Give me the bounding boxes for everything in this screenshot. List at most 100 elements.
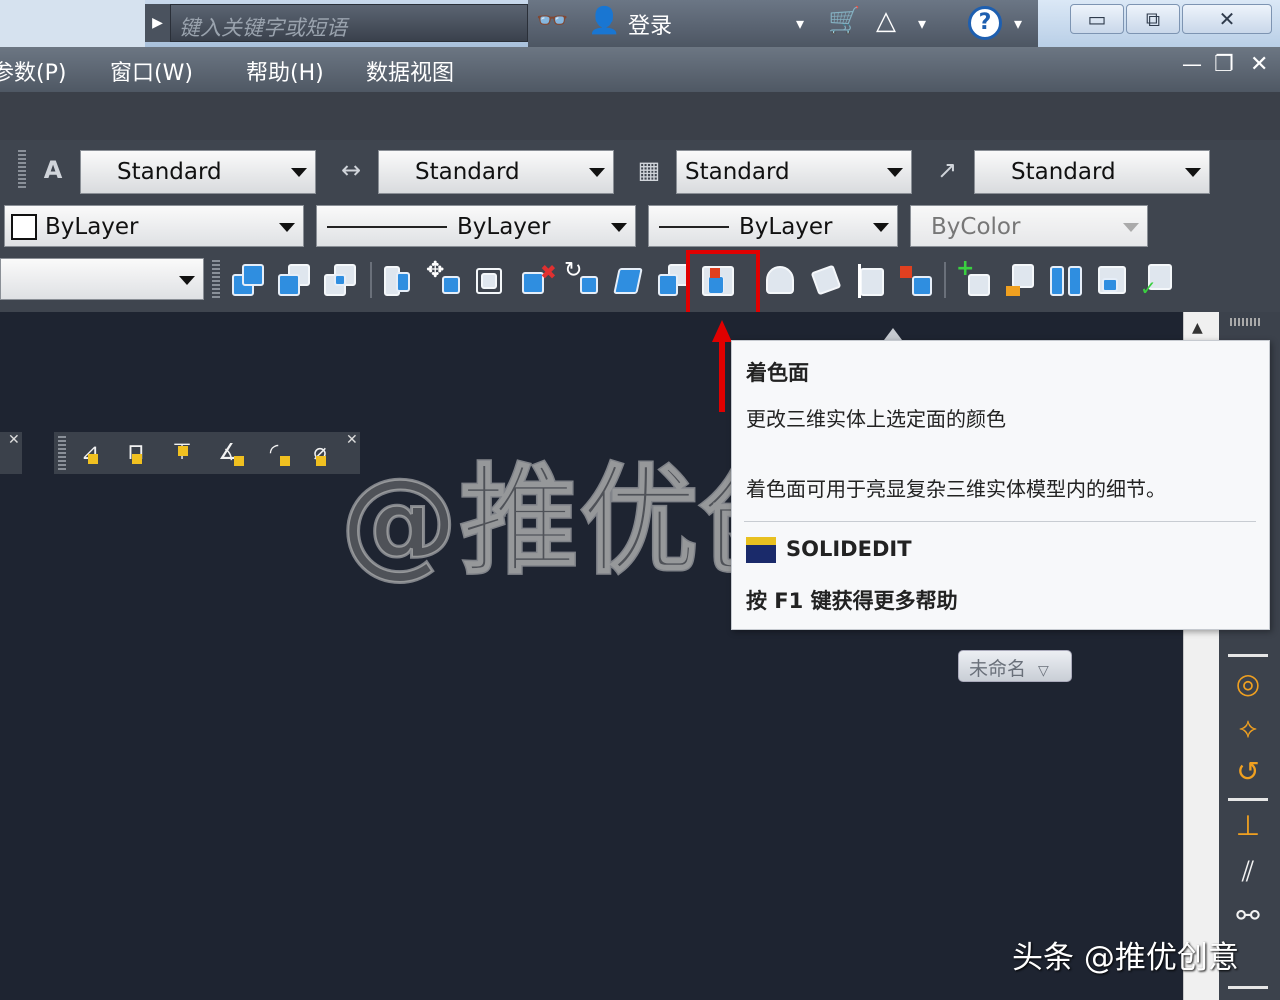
multileader-style-icon[interactable]: ↗ — [930, 153, 964, 187]
restore-button[interactable]: ⧉ — [1126, 4, 1180, 34]
autodesk-dropdown-icon[interactable]: ▾ — [918, 14, 926, 33]
tooltip-divider — [744, 521, 1256, 522]
text-style-value: Standard — [117, 159, 222, 185]
offset-faces-icon[interactable] — [472, 262, 508, 298]
help-icon[interactable]: ? — [968, 6, 1002, 40]
linetype-dropdown[interactable]: ByLayer — [316, 205, 636, 247]
dim-style-value: Standard — [415, 159, 520, 185]
dim-style-icon[interactable]: ↔ — [334, 153, 368, 187]
doc-close-button[interactable]: ✕ — [1250, 52, 1268, 77]
command-icon — [746, 537, 776, 563]
highlight-box — [686, 250, 760, 318]
toolbar-grip[interactable] — [58, 436, 66, 470]
horizontal-constraint-icon[interactable]: ⊓ — [118, 436, 154, 470]
table-style-value: Standard — [685, 159, 790, 185]
binoculars-icon[interactable]: 👓 — [536, 6, 568, 36]
table-style-icon[interactable]: ▦ — [632, 153, 666, 187]
color-edges-icon[interactable] — [808, 262, 844, 298]
doc-restore-button[interactable]: ❐ — [1214, 52, 1234, 77]
workspace-dropdown[interactable] — [0, 258, 204, 300]
subtract-icon[interactable] — [276, 262, 312, 298]
panel-separator — [1228, 986, 1268, 989]
copy-edges-icon[interactable] — [762, 262, 798, 298]
toolbar-separator — [944, 262, 946, 298]
text-style-dropdown[interactable]: Standard — [80, 150, 316, 194]
dim-style-dropdown[interactable]: Standard — [378, 150, 614, 194]
check-icon[interactable] — [1048, 262, 1084, 298]
login-link[interactable]: 登录 — [628, 8, 672, 40]
rotate-faces-icon[interactable]: ↻ — [564, 258, 600, 298]
quadrant-icon[interactable]: ⟡ — [1228, 708, 1268, 748]
search-expand-arrow-icon[interactable]: ▶ — [145, 4, 170, 42]
autodesk-icon[interactable]: △ — [876, 6, 896, 36]
tooltip-title: 着色面 — [746, 361, 809, 385]
user-icon[interactable]: 👤 — [588, 6, 620, 36]
multileader-style-value: Standard — [1011, 159, 1116, 185]
delete-faces-icon[interactable]: ✖ — [518, 260, 557, 298]
lock-icon — [132, 454, 142, 464]
table-style-dropdown[interactable]: Standard — [676, 150, 912, 194]
lineweight-dropdown[interactable]: ByLayer — [648, 205, 898, 247]
lock-icon — [88, 454, 98, 464]
view-control-dropdown[interactable]: 未命名 ▽ — [958, 650, 1072, 682]
lock-icon — [234, 456, 244, 466]
validate-icon[interactable]: ✓ — [1140, 262, 1176, 300]
toolbar-separator — [370, 262, 372, 298]
insert-icon[interactable]: ⚯ — [1228, 896, 1268, 936]
scroll-up-icon[interactable]: ▲ — [1192, 320, 1203, 336]
intersect-icon[interactable] — [322, 262, 358, 298]
move-faces-icon[interactable]: ✥ — [426, 258, 462, 298]
separate-icon[interactable]: + — [956, 256, 992, 298]
toolbar-grip[interactable] — [212, 260, 220, 300]
multileader-style-dropdown[interactable]: Standard — [974, 150, 1210, 194]
panel-separator — [1228, 798, 1268, 801]
menu-params[interactable]: 参数(P) — [0, 55, 66, 87]
shell-icon[interactable] — [1002, 262, 1038, 298]
cart-icon[interactable]: 🛒 — [828, 6, 860, 36]
search-input[interactable]: 键入关键字或短语 — [170, 4, 528, 42]
clean-icon[interactable] — [898, 262, 934, 298]
lock-icon — [316, 456, 326, 466]
toolbar-grip[interactable] — [18, 150, 26, 190]
lineweight-preview — [659, 226, 729, 228]
tooltip-pointer — [884, 328, 902, 340]
linear-constraint-icon[interactable]: ⊿ — [72, 436, 108, 470]
tooltip-command: SOLIDEDIT — [786, 537, 912, 561]
extrude-faces-icon[interactable] — [380, 262, 416, 298]
perpendicular-icon[interactable]: ⊥ — [1228, 806, 1268, 846]
circle-center-icon[interactable]: ◎ — [1228, 664, 1268, 704]
tooltip-detail: 着色面可用于亮显复杂三维实体模型内的细节。 — [746, 477, 1166, 501]
view-control-label: 未命名 — [969, 658, 1027, 680]
text-style-icon[interactable]: A — [36, 153, 70, 187]
lock-icon — [280, 456, 290, 466]
help-dropdown-icon[interactable]: ▾ — [1014, 14, 1022, 33]
color-value: ByLayer — [45, 214, 139, 240]
tooltip-help-hint: 按 F1 键获得更多帮助 — [746, 589, 958, 613]
imprint-icon[interactable] — [854, 262, 890, 298]
tooltip: 着色面 更改三维实体上选定面的颜色 着色面可用于亮显复杂三维实体模型内的细节。 … — [731, 340, 1270, 630]
plot-style-value: ByColor — [931, 214, 1021, 240]
slice-icon[interactable] — [1094, 262, 1130, 298]
ribbon-spacer — [0, 92, 1280, 140]
menu-data-view[interactable]: 数据视图 — [366, 55, 454, 87]
close-button[interactable]: ✕ — [1182, 4, 1272, 34]
union-icon[interactable] — [230, 262, 266, 298]
floating-toolbar-fragment: ✕ — [0, 432, 22, 474]
close-icon[interactable]: ✕ — [8, 432, 20, 448]
lineweight-value: ByLayer — [739, 214, 833, 240]
color-swatch — [11, 214, 37, 240]
menu-help[interactable]: 帮助(H) — [246, 55, 324, 87]
title-left-area — [0, 0, 145, 47]
menu-window[interactable]: 窗口(W) — [110, 55, 193, 87]
login-dropdown-icon[interactable]: ▾ — [796, 14, 804, 33]
linetype-preview — [327, 226, 447, 228]
doc-minimize-button[interactable]: — — [1182, 52, 1202, 76]
color-dropdown[interactable]: ByLayer — [4, 205, 304, 247]
plot-style-dropdown: ByColor — [910, 205, 1148, 247]
taper-faces-icon[interactable] — [610, 262, 646, 298]
parallel-icon[interactable]: ⫽ — [1228, 852, 1268, 892]
panel-grip[interactable] — [1230, 318, 1260, 326]
tangent-icon[interactable]: ↺ — [1228, 752, 1268, 792]
minimize-button[interactable]: ▭ — [1070, 4, 1124, 34]
lock-icon — [178, 446, 188, 456]
